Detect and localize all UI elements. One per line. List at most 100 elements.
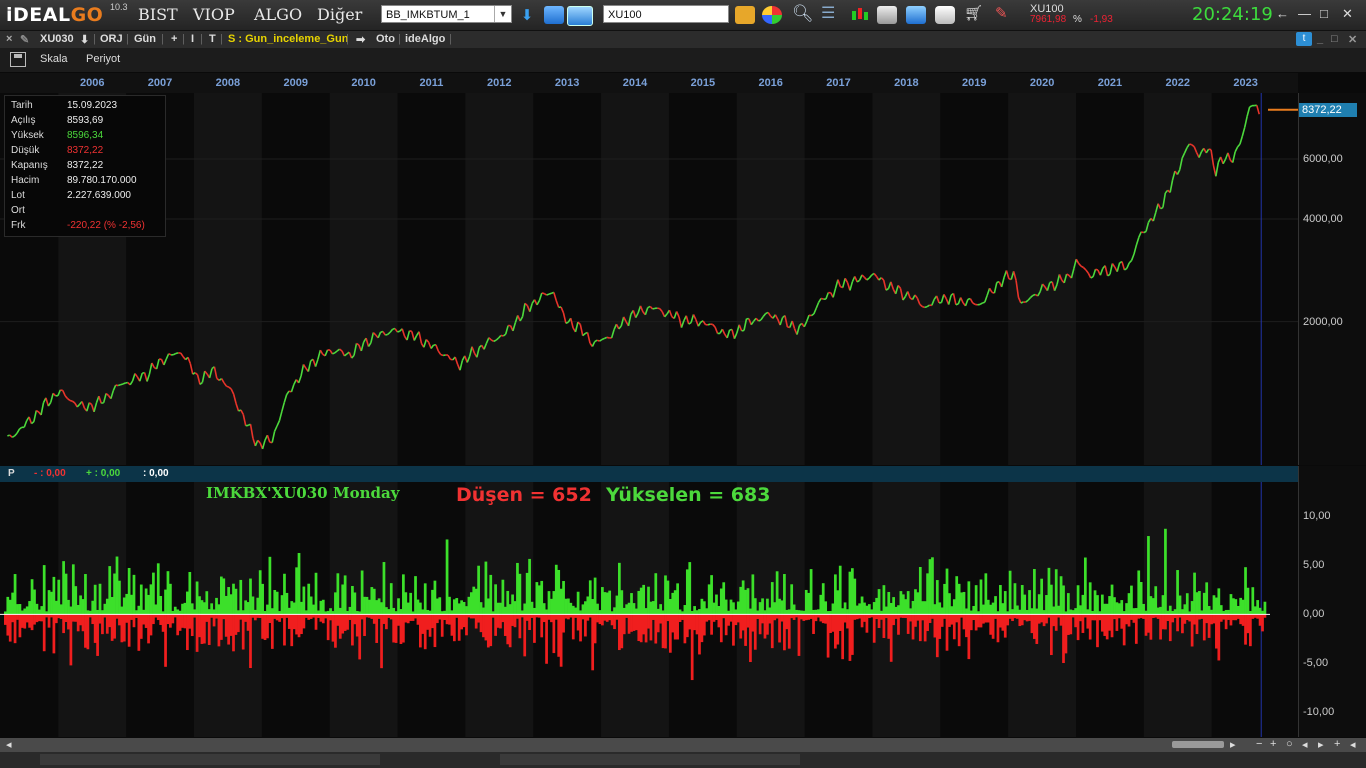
price-segment [1239,135,1244,145]
window-icon[interactable] [877,6,897,24]
up-bar [661,610,665,615]
down-bar [1137,614,1141,619]
i-button[interactable]: I [191,33,194,45]
down-bar [283,614,286,646]
zoom-reset-icon[interactable]: ○ [1286,738,1293,750]
oto-button[interactable]: Oto [376,33,395,45]
maximize-button[interactable]: □ [1320,6,1328,21]
zoom-out-icon[interactable]: − [1256,738,1262,750]
down-bar [285,614,289,618]
candles-icon[interactable] [850,6,870,24]
down-bar [472,614,476,619]
symbol-input[interactable]: XU100 [603,5,729,23]
menu-viop[interactable]: VIOP [193,5,235,24]
down-bar [1054,614,1058,631]
down-bar [593,614,597,644]
price-segment [447,354,452,360]
down-bar [625,614,629,618]
indicator-chart[interactable] [0,482,1298,737]
up-bar [1176,570,1179,615]
down-bar [790,614,794,619]
list-select[interactable]: BB_IMKBTUM_1 ▼ [381,5,512,23]
down-bar [108,614,112,628]
download-icon[interactable]: ⬇ [517,6,537,24]
scroll-left-icon[interactable]: ◂ [6,738,12,751]
down-bar [858,614,862,619]
brush-icon[interactable]: ✎ [995,6,1015,24]
settings-icon[interactable]: ◂ [1350,738,1356,751]
price-segment [964,299,969,307]
chart-minimize-button[interactable]: _ [1317,33,1323,45]
down-bar [882,614,886,638]
down-bar [137,614,141,651]
up-bar [593,577,597,615]
back-button[interactable]: ← [1276,6,1289,21]
down-bar [542,614,546,623]
orj-button[interactable]: ORJ [100,33,123,45]
pan-right-icon[interactable]: ▸ [1318,738,1324,751]
down-bar [130,614,133,620]
down-bar [292,614,296,630]
chart-close-button[interactable]: ✕ [1348,33,1357,46]
book-icon[interactable] [906,6,926,24]
period-button[interactable]: Gün [134,33,156,45]
search-icon[interactable]: 🔍︎ [792,5,814,24]
down-bar [753,614,757,650]
symbol-label[interactable]: XU030 [40,33,74,45]
period-menu-button[interactable]: Periyot [86,53,120,65]
idealgo-button[interactable]: ideAlgo [405,33,445,45]
down-bar [608,614,612,621]
cart-icon[interactable]: 🛒︎ [964,6,984,24]
menu-diger[interactable]: Diğer [317,5,362,24]
menu-bist[interactable]: BIST [138,5,178,24]
up-bar [1227,609,1230,615]
arrow-right-icon[interactable]: ➡ [356,33,365,46]
up-bar [477,565,480,615]
down-arrow-button[interactable]: ⬇ [80,33,89,46]
scroll-thumb[interactable] [1172,741,1224,748]
up-bar [909,608,912,615]
up-bar [1125,603,1128,615]
scale-button[interactable]: Skala [40,53,68,65]
monitor-icon[interactable] [567,6,593,26]
up-bar [144,588,148,615]
menu-algo[interactable]: ALGO [254,5,302,24]
edit-icon[interactable]: ✎ [20,33,29,46]
down-bar [127,614,131,647]
twitter-icon[interactable]: t [1296,32,1312,46]
fit-icon[interactable]: + [1334,738,1340,750]
zoom-in-icon[interactable]: + [1270,738,1276,750]
cube-icon[interactable] [935,6,955,24]
up-bar [1171,611,1175,615]
info-label: Tarih [11,100,33,111]
up-bar [159,595,163,615]
scroll-right-icon[interactable]: ▸ [1230,738,1236,751]
list-icon[interactable]: ☰ [821,6,841,24]
chevron-down-icon[interactable]: ▼ [494,6,511,22]
close-button[interactable]: ✕ [1342,6,1353,22]
strategy-label[interactable]: S : Gun_inceleme_Gun [228,33,348,45]
notes-icon[interactable] [735,6,755,24]
up-bar [360,570,364,615]
down-bar [921,614,925,621]
save-icon[interactable] [10,52,26,67]
price-chart[interactable] [0,93,1298,465]
pan-left-icon[interactable]: ◂ [1302,738,1308,751]
up-bar [169,583,172,615]
plus-button[interactable]: + [171,33,177,45]
down-bar [164,614,167,667]
down-bar [775,614,779,619]
t-button[interactable]: T [209,33,216,45]
minimize-button[interactable]: — [1298,6,1311,21]
down-bar [1132,614,1136,623]
pie-chart-icon[interactable] [762,6,782,24]
indicator-title: IMKBX'XU030 [206,484,328,502]
down-bar [950,614,954,625]
close-chart-button[interactable]: × [6,33,12,45]
chart-maximize-button[interactable]: □ [1331,33,1338,45]
up-bar [676,583,679,615]
down-bar [911,614,915,640]
horizontal-scrollbar[interactable]: ◂ ▸ − + ○ ◂ ▸ + ◂ [0,738,1366,752]
document-icon[interactable] [544,6,564,24]
down-bar [1081,614,1085,633]
